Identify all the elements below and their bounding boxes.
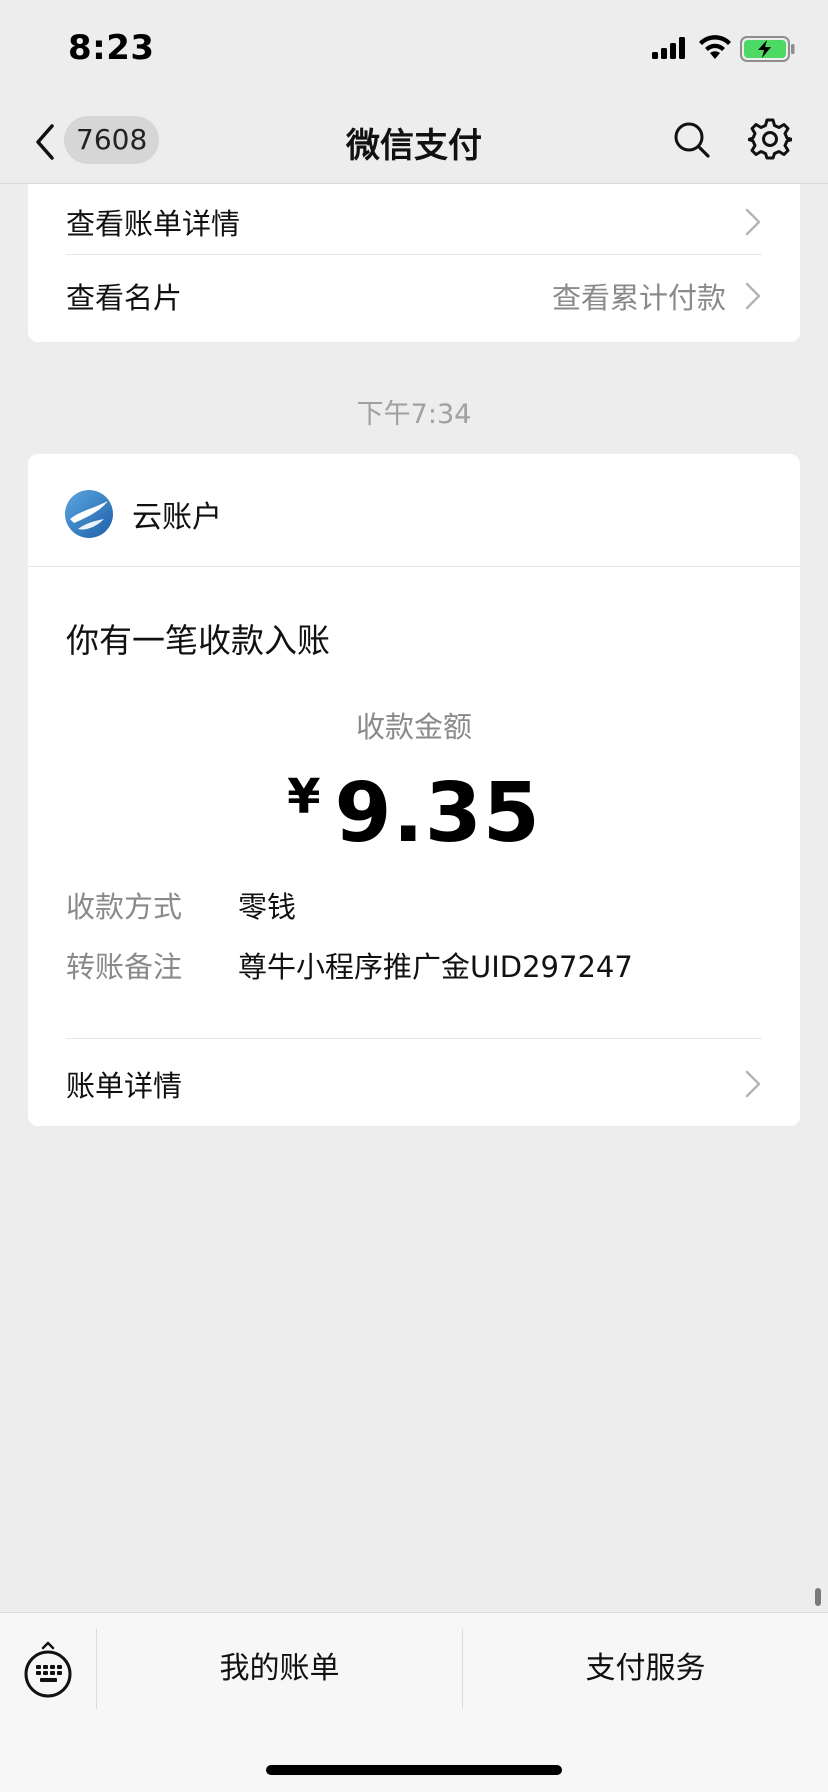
bill-detail-row[interactable]: 账单详情: [66, 1046, 762, 1122]
payment-services-menu-item[interactable]: 支付服务: [463, 1629, 828, 1709]
battery-charging-icon: [740, 36, 795, 62]
row-label: 账单详情: [66, 1069, 183, 1103]
my-bill-menu-item[interactable]: 我的账单: [97, 1629, 462, 1709]
signal-icon: [652, 37, 685, 59]
amount: ¥9.35: [28, 766, 800, 861]
status-bar: 8:23: [0, 0, 828, 100]
row-label: 查看账单详情: [66, 207, 241, 241]
detail-key: 转账备注: [66, 950, 183, 984]
row-label: 查看名片: [66, 281, 183, 315]
message-timestamp: 下午7:34: [356, 399, 472, 430]
currency-symbol: ¥: [287, 769, 321, 825]
chevron-right-icon: [745, 282, 761, 310]
transfer-note-row: 转账备注 尊牛小程序推广金UID297247: [66, 944, 762, 986]
detail-value: 零钱: [238, 890, 297, 924]
view-bill-detail-row[interactable]: 查看账单详情: [66, 184, 762, 260]
merchant-logo-icon: [65, 490, 113, 538]
divider: [66, 1038, 762, 1039]
payment-method-row: 收款方式 零钱: [66, 884, 762, 926]
detail-key: 收款方式: [66, 890, 183, 924]
chevron-right-icon: [745, 208, 761, 236]
notice-title: 你有一笔收款入账: [66, 621, 330, 660]
chevron-right-icon: [745, 1070, 761, 1098]
view-cumulative-payment-link[interactable]: 查看累计付款: [552, 275, 726, 317]
merchant-name: 云账户: [132, 500, 222, 535]
divider: [66, 254, 762, 255]
scrollbar[interactable]: [815, 1588, 821, 1606]
search-icon[interactable]: [672, 120, 712, 160]
keyboard-icon[interactable]: [24, 1641, 72, 1699]
home-indicator[interactable]: [266, 1765, 562, 1775]
previous-message-card: 查看账单详情 查看名片 查看累计付款: [28, 184, 800, 342]
amount-label: 收款金额: [355, 710, 472, 744]
gear-icon[interactable]: [748, 117, 792, 161]
amount-value: 9.35: [334, 766, 541, 861]
wifi-icon: [699, 35, 731, 59]
status-time: 8:23: [68, 28, 155, 68]
bottom-menu: 我的账单 支付服务: [0, 1612, 828, 1792]
merchant-header: 云账户: [64, 484, 222, 544]
divider: [28, 566, 800, 567]
nav-bar: 7608 微信支付: [0, 100, 828, 184]
payment-received-card[interactable]: 云账户 你有一笔收款入账 收款金额 ¥9.35 收款方式 零钱 转账备注 尊牛小…: [28, 454, 800, 1126]
detail-value: 尊牛小程序推广金UID297247: [238, 950, 633, 984]
view-card-row[interactable]: 查看名片 查看累计付款: [66, 258, 762, 334]
